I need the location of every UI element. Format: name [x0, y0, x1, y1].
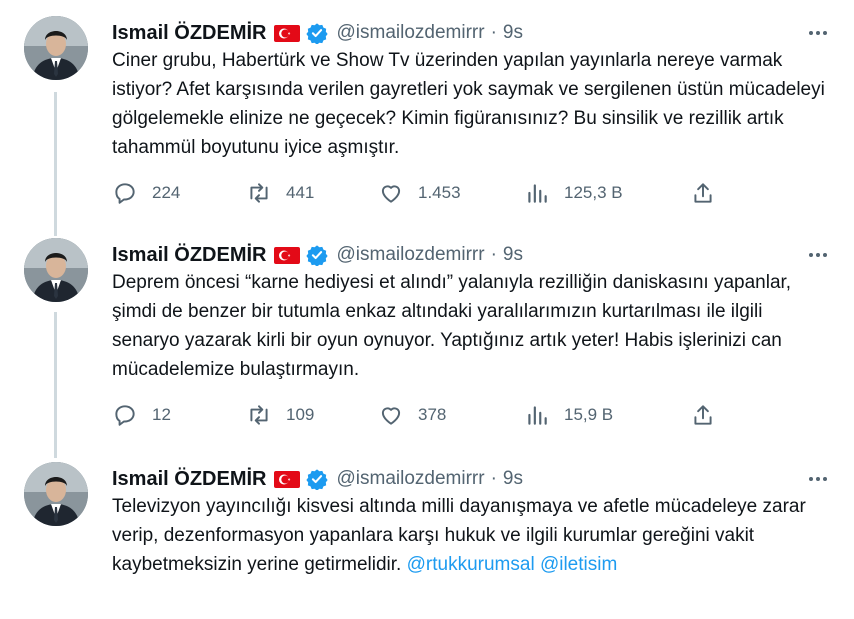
more-icon[interactable]: [806, 468, 830, 490]
retweet-button[interactable]: 441: [246, 178, 314, 208]
verified-badge-icon: [306, 22, 329, 45]
author-handle[interactable]: @ismailozdemirrr: [336, 22, 484, 44]
share-button[interactable]: [690, 400, 730, 430]
avatar-image: [24, 16, 88, 80]
more-icon[interactable]: [806, 244, 830, 266]
heart-icon: [381, 185, 401, 203]
turkey-flag-icon: [274, 24, 301, 42]
thread-line: [54, 92, 57, 236]
retweet-count: 109: [286, 405, 315, 424]
tweet-time[interactable]: 9s: [503, 22, 523, 44]
reply-button[interactable]: 224: [112, 178, 180, 208]
retweet-button[interactable]: 109: [246, 400, 314, 430]
separator-dot: ·: [490, 468, 497, 489]
avatar[interactable]: [24, 462, 88, 526]
retweet-icon: [250, 183, 268, 203]
reply-button[interactable]: 12: [112, 400, 171, 430]
retweet-icon: [250, 405, 268, 425]
tweet-text: Deprem öncesi “karne hediyesi et alındı”…: [112, 272, 792, 380]
verified-badge-icon: [306, 468, 329, 491]
reply-count: 224: [152, 183, 181, 202]
tweet-header: Ismail ÖZDEMİR @ismailozdemirrr · 9s: [112, 242, 523, 268]
like-button[interactable]: 378: [378, 400, 446, 430]
separator-dot: ·: [490, 244, 497, 265]
author-name[interactable]: Ismail ÖZDEMİR: [112, 468, 266, 491]
tweet-time[interactable]: 9s: [503, 468, 523, 490]
views-button[interactable]: 15,9 B: [524, 400, 613, 430]
tweet-actions: 224 441 1.453 125,3 B: [112, 178, 732, 208]
views-icon: [528, 184, 547, 203]
views-count: 15,9 B: [564, 405, 614, 424]
like-count: 1.453: [418, 183, 461, 202]
tweet-text: Ciner grubu, Habertürk ve Show Tv üzerin…: [112, 50, 825, 158]
turkey-flag-icon: [274, 470, 301, 488]
views-button[interactable]: 125,3 B: [524, 178, 623, 208]
avatar-image: [24, 462, 88, 526]
share-button[interactable]: [690, 178, 730, 208]
reply-count: 12: [152, 405, 171, 424]
retweet-count: 441: [286, 183, 315, 202]
share-icon: [694, 405, 712, 425]
mention-link[interactable]: @rtukkurumsal: [407, 554, 535, 575]
author-name[interactable]: Ismail ÖZDEMİR: [112, 22, 266, 45]
author-name[interactable]: Ismail ÖZDEMİR: [112, 244, 266, 267]
reply-icon: [115, 405, 135, 426]
views-icon: [528, 406, 547, 425]
more-icon[interactable]: [806, 22, 830, 44]
tweet-header: Ismail ÖZDEMİR @ismailozdemirrr · 9s: [112, 466, 523, 492]
heart-icon: [381, 407, 401, 425]
like-count: 378: [418, 405, 447, 424]
tweet-actions: 12 109 378 15,9 B: [112, 400, 732, 430]
share-icon: [694, 183, 712, 203]
author-handle[interactable]: @ismailozdemirrr: [336, 244, 484, 266]
thread-line: [54, 312, 57, 458]
like-button[interactable]: 1.453: [378, 178, 461, 208]
turkey-flag-icon: [274, 246, 301, 264]
reply-icon: [115, 183, 135, 204]
tweet-time[interactable]: 9s: [503, 244, 523, 266]
views-count: 125,3 B: [564, 183, 623, 202]
avatar[interactable]: [24, 238, 88, 302]
separator-dot: ·: [490, 22, 497, 43]
author-handle[interactable]: @ismailozdemirrr: [336, 468, 484, 490]
verified-badge-icon: [306, 244, 329, 267]
tweet-header: Ismail ÖZDEMİR @ismailozdemirrr · 9s: [112, 20, 523, 46]
avatar[interactable]: [24, 16, 88, 80]
mention-link[interactable]: @iletisim: [540, 554, 617, 575]
avatar-image: [24, 238, 88, 302]
tweet-text: Televizyon yayıncılığı kisvesi altında m…: [112, 492, 832, 579]
